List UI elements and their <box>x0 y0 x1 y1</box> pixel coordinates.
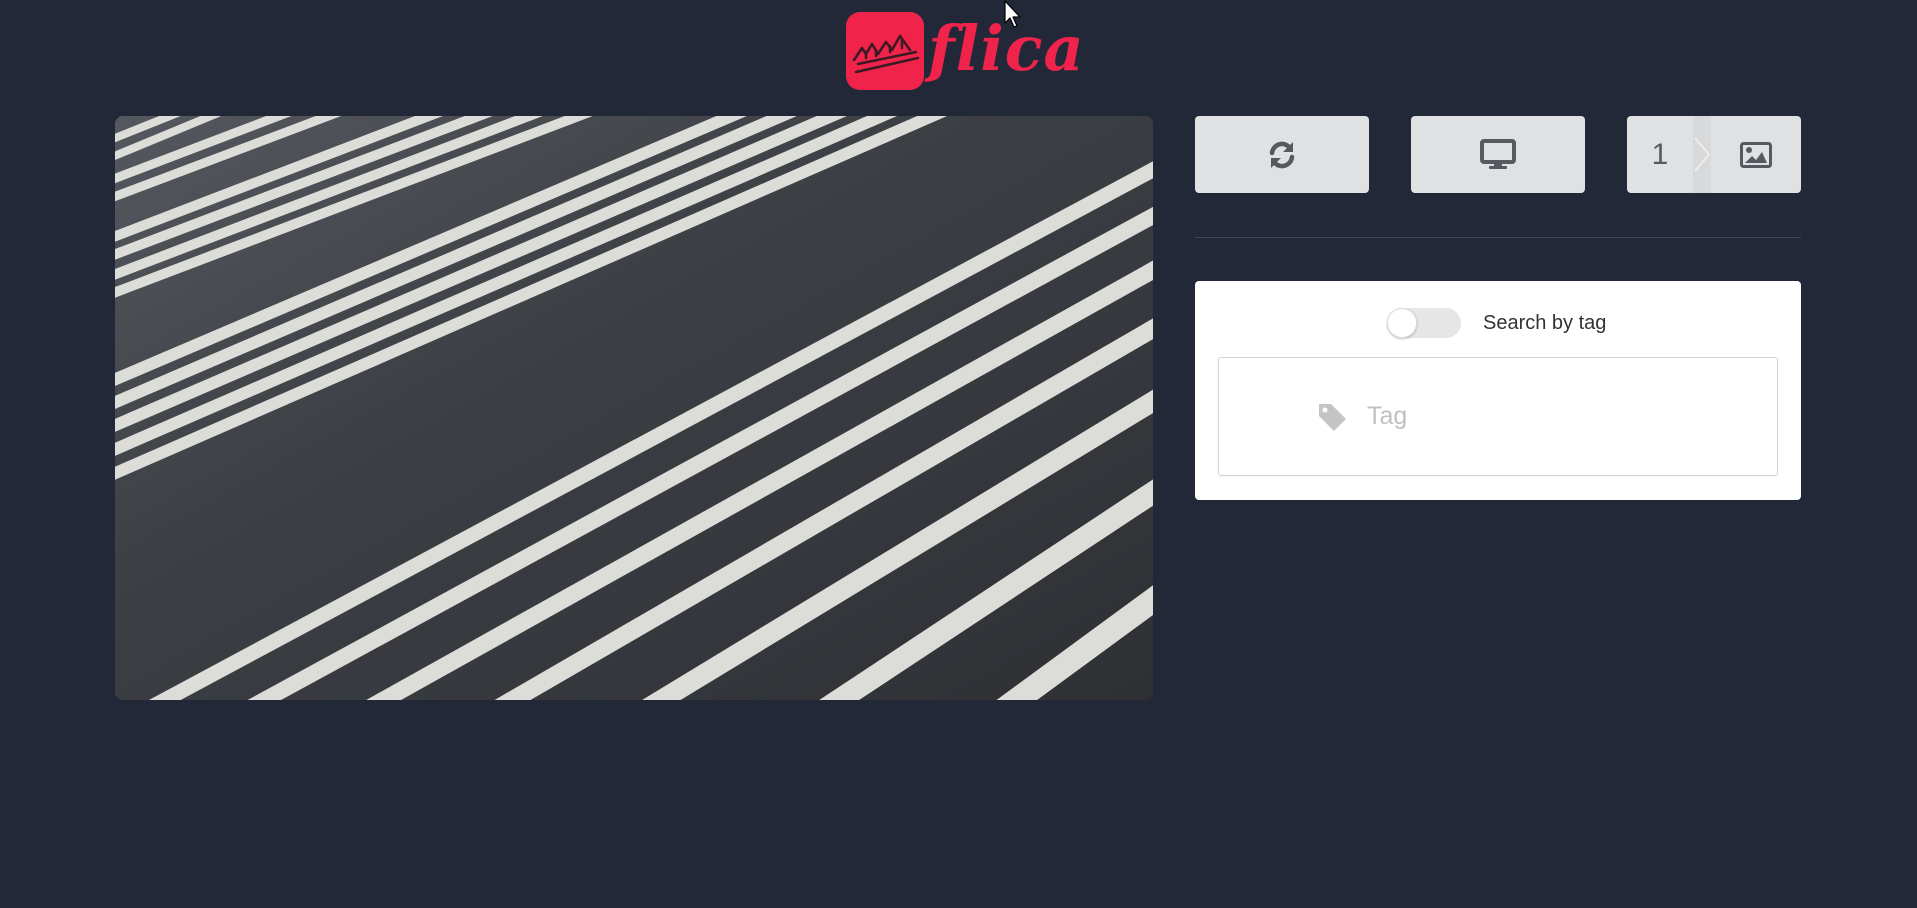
logo-icon <box>846 12 924 90</box>
desktop-icon <box>1480 138 1516 169</box>
tag-icon <box>1319 404 1346 431</box>
photo-preview <box>115 116 1153 700</box>
image-count-button[interactable]: 1 <box>1627 116 1801 193</box>
tag-input[interactable]: Tag <box>1218 357 1778 476</box>
image-count: 1 <box>1651 137 1669 171</box>
search-panel: Search by tag Tag <box>1195 281 1801 500</box>
search-by-tag-row: Search by tag <box>1195 303 1801 343</box>
mouse-cursor-icon <box>1004 0 1021 28</box>
refresh-icon <box>1269 141 1295 168</box>
tag-placeholder: Tag <box>1367 402 1408 430</box>
toggle-knob[interactable] <box>1387 308 1417 338</box>
image-count-icon-area <box>1711 116 1801 193</box>
header: flica <box>0 0 1917 100</box>
chevron-right-icon <box>1693 116 1711 193</box>
divider <box>1195 237 1801 238</box>
refresh-button[interactable] <box>1195 116 1369 193</box>
search-by-tag-toggle[interactable] <box>1387 308 1461 338</box>
image-icon <box>1740 141 1772 168</box>
search-by-tag-label[interactable]: Search by tag <box>1483 303 1606 343</box>
display-button[interactable] <box>1411 116 1585 193</box>
